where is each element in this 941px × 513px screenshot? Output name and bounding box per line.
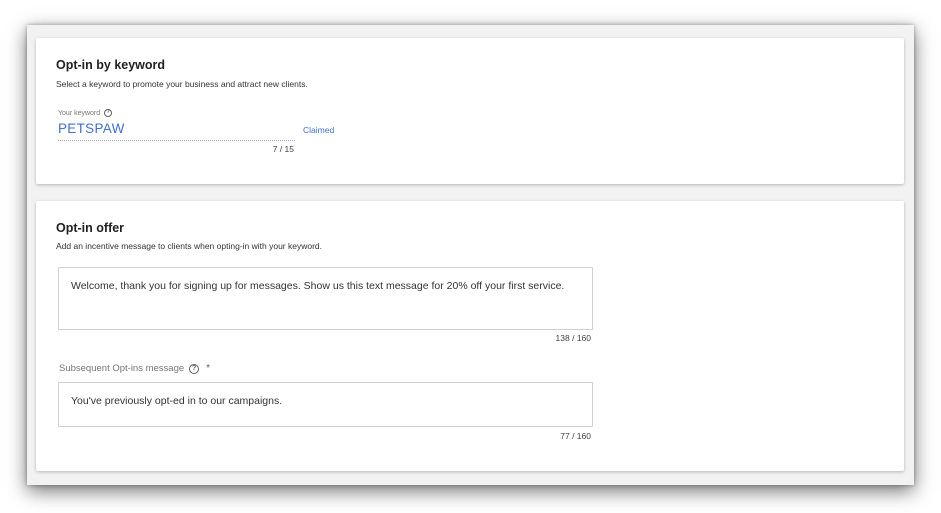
app-window: Opt-in by keyword Select a keyword to pr… [27,25,914,485]
keyword-status-label: Claimed [303,125,335,135]
keyword-card-subtitle: Select a keyword to promote your busines… [56,79,308,89]
offer-card-title: Opt-in offer [56,221,125,235]
offer-card-subtitle: Add an incentive message to clients when… [56,241,323,251]
help-icon[interactable]: ? [189,363,200,374]
keyword-card: Opt-in by keyword Select a keyword to pr… [36,38,904,184]
subsequent-optin-label: Subsequent Opt-ins message ? * [59,363,210,374]
keyword-char-count: 7 / 15 [272,144,294,154]
offer-card: Opt-in offer Add an incentive message to… [36,201,904,471]
keyword-label-text: Your keyword [58,109,101,117]
keyword-input[interactable]: PETSPAW [58,120,295,141]
subsequent-label-text: Subsequent Opt-ins message [59,363,185,374]
offer-char-count: 138 / 160 [555,333,591,343]
offer-message-textarea[interactable]: Welcome, thank you for signing up for me… [58,267,593,330]
help-icon[interactable]: ? [104,109,113,117]
keyword-card-title: Opt-in by keyword [56,58,166,72]
keyword-field-label: Your keyword ? [58,109,113,117]
required-marker: * [206,363,211,374]
subsequent-char-count: 77 / 160 [560,431,591,441]
subsequent-message-textarea[interactable]: You've previously opt-ed in to our campa… [58,382,593,427]
